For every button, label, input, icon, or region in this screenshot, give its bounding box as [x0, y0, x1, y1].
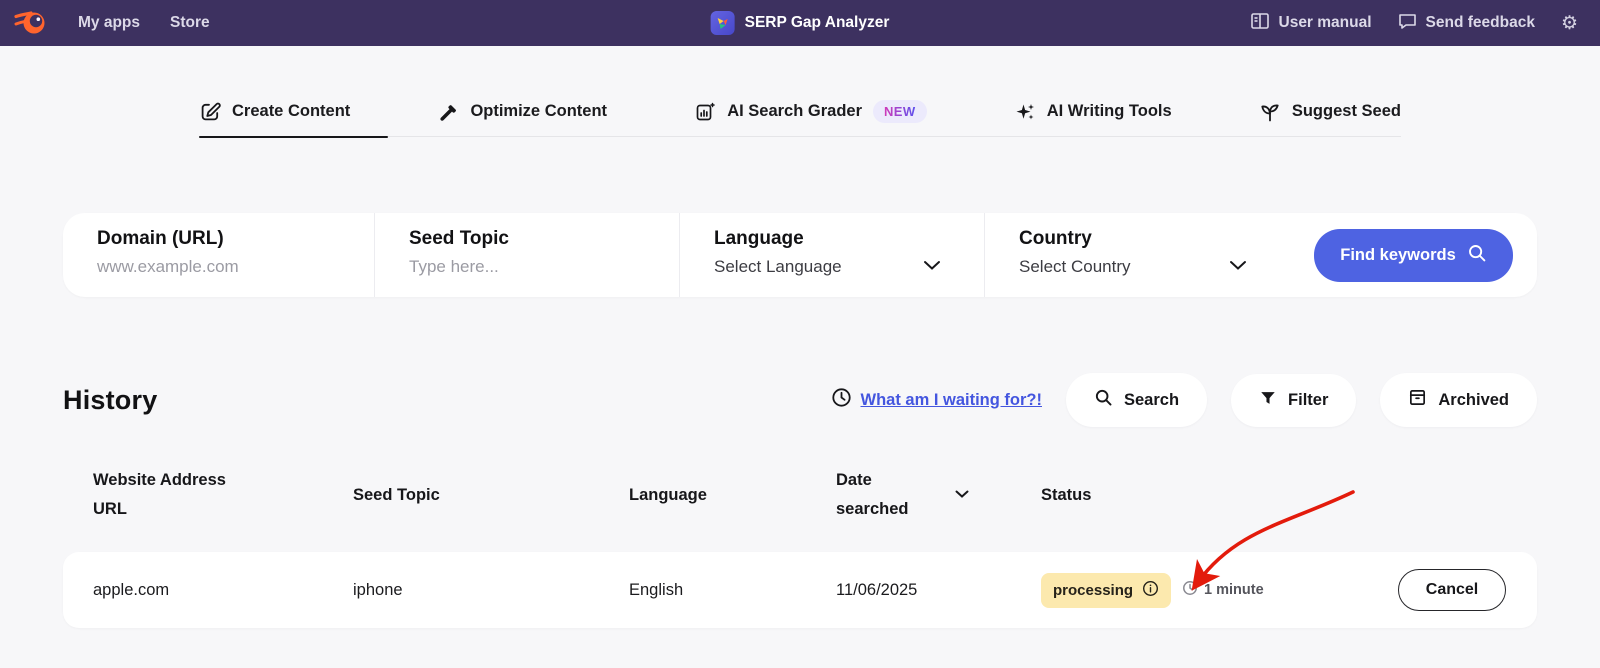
tab-optimize-content-label: Optimize Content	[470, 102, 608, 120]
keyword-search-form: Domain (URL) Seed Topic Language Select …	[63, 213, 1537, 297]
gear-icon[interactable]: ⚙	[1561, 14, 1578, 33]
tab-create-content-label: Create Content	[232, 102, 351, 120]
country-label: Country	[1019, 228, 1092, 249]
tab-suggest-seed[interactable]: Suggest Seed	[1259, 101, 1401, 123]
new-badge: NEW	[873, 100, 927, 123]
search-button[interactable]: Search	[1066, 373, 1208, 427]
row-status-cell: processing 1 minute	[1041, 572, 1367, 608]
send-feedback-label: Send feedback	[1425, 14, 1535, 31]
history-table-row: apple.com iphone English 11/06/2025 proc…	[63, 552, 1537, 628]
country-field[interactable]: Country Select Country	[985, 213, 1290, 297]
chevron-down-icon	[922, 258, 942, 276]
tab-ai-writing-tools[interactable]: AI Writing Tools	[1014, 101, 1172, 123]
active-tab-underline	[199, 135, 388, 138]
search-icon	[1467, 243, 1487, 268]
processing-duration: 1 minute	[1182, 580, 1264, 600]
search-button-label: Search	[1124, 390, 1180, 409]
domain-field[interactable]: Domain (URL)	[63, 213, 375, 297]
grader-chart-icon	[694, 101, 716, 123]
tab-optimize-content[interactable]: Optimize Content	[437, 101, 607, 123]
column-date-searched[interactable]: Date searched	[836, 466, 1041, 524]
language-field[interactable]: Language Select Language	[680, 213, 985, 297]
user-manual-label: User manual	[1278, 14, 1372, 31]
seed-topic-label: Seed Topic	[409, 228, 509, 249]
country-select[interactable]: Select Country	[1019, 257, 1290, 277]
row-language: English	[629, 580, 684, 599]
history-title: History	[63, 384, 158, 415]
language-select[interactable]: Select Language	[714, 257, 984, 277]
tab-ai-search-grader-label: AI Search Grader	[727, 102, 862, 120]
clock-icon	[831, 387, 852, 413]
row-date: 11/06/2025	[836, 580, 918, 599]
app-title-group: SERP Gap Analyzer	[710, 11, 890, 35]
book-icon	[1250, 12, 1270, 35]
edit-icon	[199, 101, 221, 123]
row-seed-topic: iphone	[353, 580, 403, 599]
search-icon	[1094, 388, 1113, 412]
cancel-button[interactable]: Cancel	[1397, 569, 1507, 611]
seed-topic-field[interactable]: Seed Topic	[375, 213, 680, 297]
column-status: Status	[1041, 485, 1092, 504]
nav-store[interactable]: Store	[170, 14, 210, 32]
column-website-address: Website Address URL	[93, 471, 226, 518]
tab-ai-writing-tools-label: AI Writing Tools	[1046, 102, 1172, 120]
find-keywords-button[interactable]: Find keywords	[1314, 228, 1513, 282]
app-title: SERP Gap Analyzer	[744, 14, 890, 31]
archived-button[interactable]: Archived	[1380, 373, 1537, 427]
column-seed-topic: Seed Topic	[353, 485, 440, 504]
tab-suggest-seed-label: Suggest Seed	[1291, 102, 1401, 120]
history-header: History What am I waiting for?! Search F…	[63, 373, 1537, 427]
clock-icon	[1182, 580, 1198, 600]
waiting-info-link[interactable]: What am I waiting for?!	[831, 387, 1043, 413]
language-select-value: Select Language	[714, 257, 842, 276]
funnel-icon	[1259, 389, 1277, 412]
chevron-down-icon	[1228, 258, 1248, 276]
status-badge-label: processing	[1053, 581, 1134, 599]
language-label: Language	[714, 228, 804, 249]
filter-button-label: Filter	[1288, 390, 1329, 409]
domain-label: Domain (URL)	[97, 228, 224, 249]
chevron-down-icon[interactable]	[954, 486, 970, 504]
seed-topic-input[interactable]	[409, 257, 639, 277]
nav-my-apps[interactable]: My apps	[78, 14, 140, 32]
find-keywords-label: Find keywords	[1340, 245, 1456, 264]
status-badge: processing	[1041, 572, 1172, 608]
duration-label: 1 minute	[1204, 582, 1264, 598]
serp-gap-analyzer-app-icon	[710, 11, 735, 35]
seedling-icon	[1259, 101, 1281, 123]
sparkles-icon	[1014, 101, 1036, 123]
row-website: apple.com	[93, 580, 170, 599]
send-feedback-link[interactable]: Send feedback	[1398, 12, 1535, 35]
hammer-icon	[437, 101, 459, 123]
archived-button-label: Archived	[1438, 390, 1509, 409]
history-table-header: Website Address URL Seed Topic Language …	[63, 457, 1537, 533]
top-navbar: My apps Store SERP Gap Analyzer User man…	[0, 0, 1600, 46]
column-language: Language	[629, 485, 707, 504]
info-circle-icon[interactable]	[1142, 580, 1159, 601]
tab-create-content[interactable]: Create Content	[199, 101, 350, 123]
waiting-link-text[interactable]: What am I waiting for?!	[861, 391, 1043, 410]
chat-bubble-icon	[1398, 12, 1417, 35]
column-date-searched-label: Date searched	[836, 471, 909, 518]
country-select-value: Select Country	[1019, 257, 1131, 276]
semrush-flame-icon[interactable]	[14, 7, 48, 39]
user-manual-link[interactable]: User manual	[1250, 12, 1372, 35]
tab-bar: Create Content Optimize Content AI Searc…	[199, 100, 1401, 138]
filter-button[interactable]: Filter	[1231, 373, 1357, 427]
archive-box-icon	[1408, 388, 1427, 412]
tab-ai-search-grader[interactable]: AI Search Grader NEW	[694, 100, 927, 123]
domain-input[interactable]	[97, 257, 333, 277]
